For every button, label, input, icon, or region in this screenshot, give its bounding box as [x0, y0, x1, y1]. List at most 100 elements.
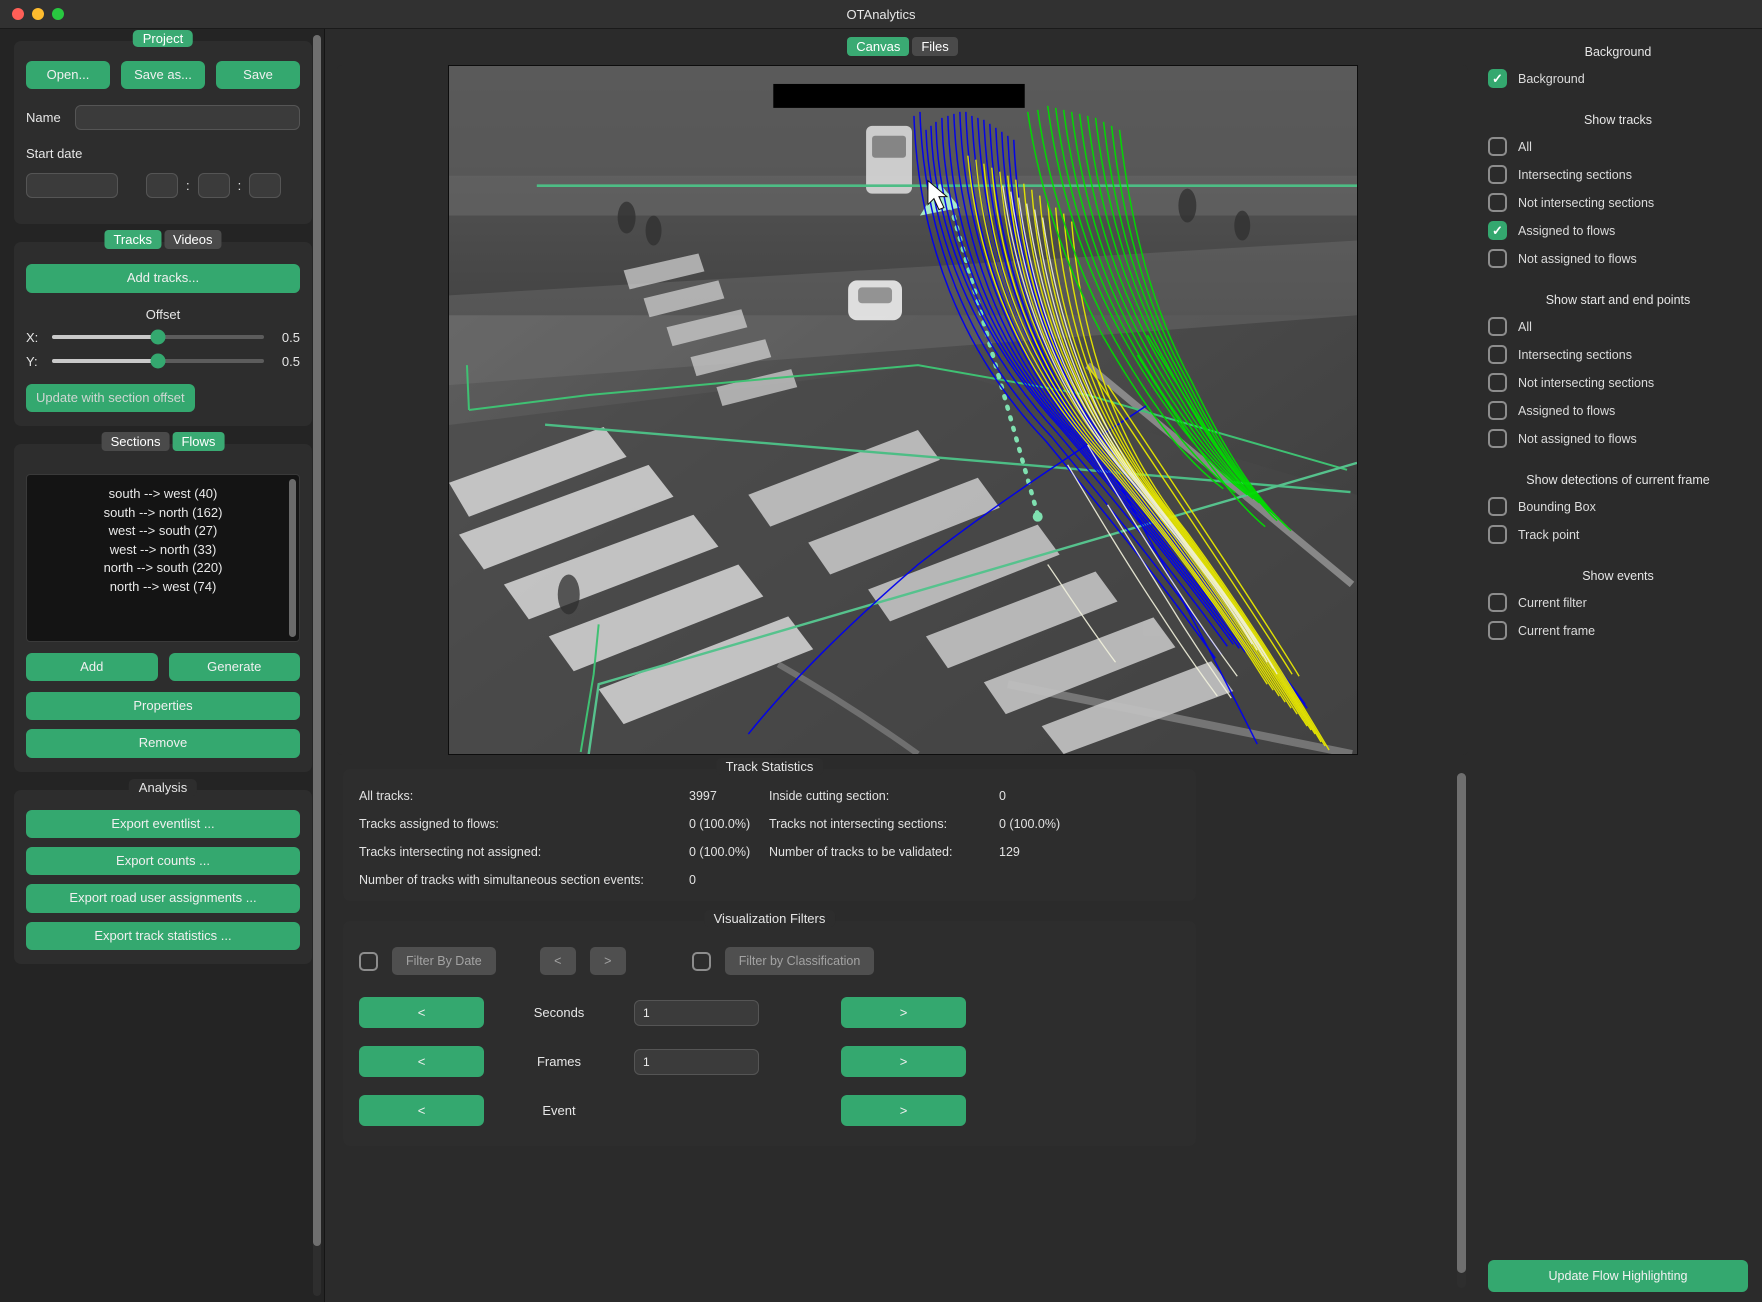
list-item[interactable]: west --> north (33)	[27, 541, 299, 560]
lower-area-scrollbar[interactable]	[1457, 773, 1466, 1288]
list-item[interactable]: west --> south (27)	[27, 522, 299, 541]
checkbox-row-tracks-all[interactable]: All	[1488, 137, 1748, 156]
tracks-all-label: All	[1518, 139, 1532, 154]
background-checkbox[interactable]	[1488, 69, 1507, 88]
tab-canvas[interactable]: Canvas	[847, 37, 910, 56]
seconds-next-button[interactable]: >	[841, 997, 966, 1028]
stat-key: Tracks not intersecting sections:	[769, 817, 948, 831]
start-minute-input[interactable]	[197, 173, 230, 199]
start-end-group-title: Show start and end points	[1545, 293, 1691, 307]
checkbox-row-bounding-box[interactable]: Bounding Box	[1488, 497, 1748, 516]
points-not-intersecting-checkbox[interactable]	[1488, 373, 1507, 392]
export-track-statistics-button[interactable]: Export track statistics ...	[26, 921, 300, 950]
filter-date-prev-button[interactable]: <	[539, 947, 576, 975]
tab-videos[interactable]: Videos	[164, 230, 222, 250]
export-counts-button[interactable]: Export counts ...	[26, 847, 300, 876]
tracks-not-intersecting-checkbox[interactable]	[1488, 193, 1507, 212]
stat-value: 129	[999, 845, 1020, 859]
offset-x-slider-knob[interactable]	[150, 329, 166, 345]
flows-listbox-scrollbar[interactable]	[289, 478, 296, 637]
save-as-button[interactable]: Save as...	[121, 61, 205, 90]
tracks-assigned-checkbox[interactable]	[1488, 221, 1507, 240]
update-flow-highlighting-button[interactable]: Update Flow Highlighting	[1488, 1260, 1748, 1292]
export-road-user-assignments-button[interactable]: Export road user assignments ...	[26, 884, 300, 913]
project-name-input[interactable]	[74, 105, 300, 131]
tracks-intersecting-checkbox[interactable]	[1488, 165, 1507, 184]
checkbox-row-points-not-intersecting[interactable]: Not intersecting sections	[1488, 373, 1748, 392]
offset-y-slider-knob[interactable]	[150, 353, 166, 369]
lower-area: Track Statistics All tracks: 3997 Inside…	[337, 758, 1468, 1292]
start-hour-input[interactable]	[146, 173, 178, 199]
checkbox-row-points-not-assigned[interactable]: Not assigned to flows	[1488, 429, 1748, 448]
offset-y-slider[interactable]	[52, 353, 264, 369]
seconds-prev-button[interactable]: <	[359, 997, 484, 1028]
tab-files[interactable]: Files	[912, 37, 958, 56]
generate-flows-button[interactable]: Generate	[168, 652, 300, 682]
filter-by-date-checkbox[interactable]	[359, 951, 378, 971]
checkbox-row-tracks-assigned[interactable]: Assigned to flows	[1488, 221, 1748, 240]
track-point-checkbox[interactable]	[1488, 525, 1507, 544]
add-tracks-button[interactable]: Add tracks...	[26, 264, 300, 293]
stat-value: 0 (100.0%)	[689, 817, 751, 831]
project-panel: Project Open... Save as... Save Name Sta…	[14, 30, 312, 225]
stat-value: 0 (100.0%)	[999, 817, 1061, 831]
checkbox-row-points-intersecting[interactable]: Intersecting sections	[1488, 345, 1748, 364]
background-group-title: Background	[1584, 45, 1652, 59]
start-date-input[interactable]	[26, 173, 118, 199]
left-sidebar-scrollbar[interactable]	[313, 35, 321, 1296]
current-frame-checkbox[interactable]	[1488, 621, 1507, 640]
checkbox-row-current-filter[interactable]: Current filter	[1488, 593, 1748, 612]
tab-tracks[interactable]: Tracks	[104, 230, 162, 250]
frames-input[interactable]	[634, 1048, 759, 1075]
checkbox-row-points-assigned[interactable]: Assigned to flows	[1488, 401, 1748, 420]
current-filter-checkbox[interactable]	[1488, 593, 1507, 612]
frames-next-button[interactable]: >	[841, 1046, 966, 1077]
checkbox-row-current-frame[interactable]: Current frame	[1488, 621, 1748, 640]
list-item[interactable]: north --> south (220)	[27, 559, 299, 578]
list-item[interactable]: north --> west (74)	[27, 578, 299, 597]
add-flow-button[interactable]: Add	[26, 652, 158, 682]
offset-x-slider[interactable]	[52, 329, 264, 345]
save-button[interactable]: Save	[216, 61, 300, 90]
center-panel: Canvas Files Track Statistics All tracks…	[325, 29, 1478, 1302]
flows-listbox[interactable]: south --> west (40) south --> north (162…	[26, 473, 300, 642]
points-assigned-checkbox[interactable]	[1488, 401, 1507, 420]
tracks-not-assigned-checkbox[interactable]	[1488, 249, 1507, 268]
list-item[interactable]: south --> west (40)	[27, 485, 299, 504]
open-button[interactable]: Open...	[26, 61, 110, 90]
points-intersecting-checkbox[interactable]	[1488, 345, 1507, 364]
checkbox-row-tracks-not-assigned[interactable]: Not assigned to flows	[1488, 249, 1748, 268]
seconds-label: Seconds	[533, 1005, 585, 1020]
frames-prev-button[interactable]: <	[359, 1046, 484, 1077]
update-with-section-offset-button[interactable]: Update with section offset	[26, 383, 195, 412]
flow-properties-button[interactable]: Properties	[26, 692, 300, 721]
offset-x-value: 0.5	[281, 329, 300, 345]
points-all-checkbox[interactable]	[1488, 317, 1507, 336]
filter-by-classification-button[interactable]: Filter by Classification	[724, 947, 875, 975]
event-next-button[interactable]: >	[841, 1095, 966, 1126]
remove-flow-button[interactable]: Remove	[26, 729, 300, 758]
bounding-box-checkbox[interactable]	[1488, 497, 1507, 516]
tracks-all-checkbox[interactable]	[1488, 137, 1507, 156]
checkbox-row-tracks-not-intersecting[interactable]: Not intersecting sections	[1488, 193, 1748, 212]
start-second-input[interactable]	[249, 173, 282, 199]
filter-by-classification-checkbox[interactable]	[691, 951, 711, 971]
checkbox-row-points-all[interactable]: All	[1488, 317, 1748, 336]
tab-flows[interactable]: Flows	[172, 431, 225, 451]
list-item[interactable]: south --> north (162)	[27, 504, 299, 523]
video-canvas[interactable]	[447, 65, 1358, 755]
filter-date-next-button[interactable]: >	[589, 947, 626, 975]
export-eventlist-button[interactable]: Export eventlist ...	[26, 809, 300, 839]
filter-by-date-button[interactable]: Filter By Date	[392, 947, 496, 975]
checkbox-row-track-point[interactable]: Track point	[1488, 525, 1748, 544]
seconds-input[interactable]	[634, 999, 759, 1026]
points-not-assigned-checkbox[interactable]	[1488, 429, 1507, 448]
checkbox-row-background[interactable]: Background	[1488, 69, 1748, 88]
flows-action-stack: Properties Remove	[26, 692, 300, 758]
checkbox-row-tracks-intersecting[interactable]: Intersecting sections	[1488, 165, 1748, 184]
tracks-tabs: Tracks Videos	[104, 230, 222, 250]
visualization-sidebar: Background Background Show tracks All In…	[1478, 29, 1762, 1302]
offset-y-value: 0.5	[281, 353, 300, 369]
event-prev-button[interactable]: <	[359, 1095, 484, 1126]
tab-sections[interactable]: Sections	[101, 431, 170, 451]
